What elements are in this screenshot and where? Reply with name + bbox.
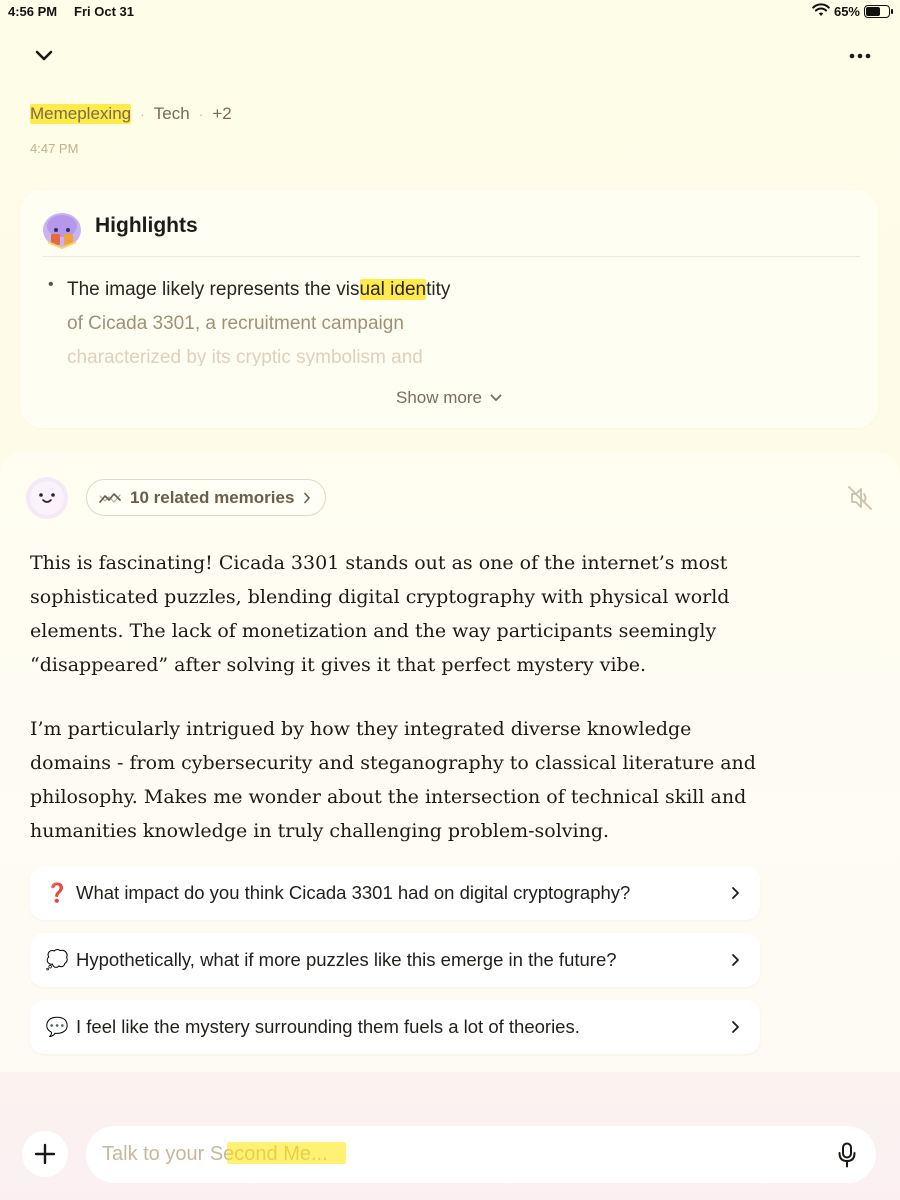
tag-memeplexing[interactable]: Memeplexing xyxy=(30,104,132,124)
highlight-text-line: The image likely represents the visual i… xyxy=(67,279,451,300)
voice-input-button[interactable] xyxy=(834,1140,860,1170)
related-memories-label: 10 related memories xyxy=(130,487,295,507)
more-options-button[interactable] xyxy=(846,42,874,70)
message-composer xyxy=(86,1126,876,1183)
tag-list: Memeplexing · Tech · +2 xyxy=(30,104,232,124)
chevron-right-icon xyxy=(732,887,739,899)
status-bar: 4:56 PM Fri Oct 31 65% xyxy=(0,0,900,22)
chevron-right-icon xyxy=(732,1021,739,1033)
timestamp: 4:47 PM xyxy=(30,141,79,156)
highlights-title: Highlights xyxy=(95,214,198,237)
chevron-right-icon xyxy=(304,492,311,503)
tag-more-count[interactable]: +2 xyxy=(212,104,231,124)
suggested-question-text: I feel like the mystery surrounding them… xyxy=(76,1016,580,1037)
reply-message: This is fascinating! Cicada 3301 stands … xyxy=(30,546,770,848)
battery-level xyxy=(866,7,881,16)
tag-tech[interactable]: Tech xyxy=(154,104,190,124)
plus-icon xyxy=(34,1143,56,1165)
wifi-icon xyxy=(812,3,830,20)
suggested-question[interactable]: 💭 Hypothetically, what if more puzzles l… xyxy=(30,933,760,987)
divider xyxy=(42,256,860,257)
speech-bubble-icon: 💬 xyxy=(45,1016,69,1037)
second-me-avatar xyxy=(25,476,69,520)
status-time: 4:56 PM xyxy=(8,4,58,19)
chevron-down-icon xyxy=(35,50,53,61)
question-mark-icon: ❓ xyxy=(45,882,69,903)
thought-bubble-icon: 💭 xyxy=(45,949,69,970)
status-date: Fri Oct 31 xyxy=(74,4,134,19)
highlight-text-line-faded: characterized by its cryptic symbolism a… xyxy=(67,347,423,366)
bullet: • xyxy=(48,276,54,293)
tag-separator: · xyxy=(140,106,145,122)
related-memories-button[interactable]: 10 related memories xyxy=(86,479,327,516)
speaker-muted-icon xyxy=(848,486,872,510)
status-indicators: 65% xyxy=(812,3,893,20)
more-horizontal-icon xyxy=(849,53,871,59)
show-more-label: Show more xyxy=(396,388,482,407)
highlights-card: Highlights • The image likely represents… xyxy=(20,190,878,428)
speaker-muted-button[interactable] xyxy=(845,484,875,512)
reply-paragraph: This is fascinating! Cicada 3301 stands … xyxy=(30,552,730,676)
highlight-text-line: of Cicada 3301, a recruitment campaign xyxy=(67,313,404,334)
chevron-down-icon xyxy=(490,394,502,401)
suggested-question-text: What impact do you think Cicada 3301 had… xyxy=(76,882,631,903)
show-more-button[interactable]: Show more xyxy=(20,388,878,408)
message-input[interactable] xyxy=(102,1143,834,1166)
suggested-question[interactable]: ❓ What impact do you think Cicada 3301 h… xyxy=(30,866,760,920)
battery-percent: 65% xyxy=(833,4,860,19)
battery-icon xyxy=(864,5,893,18)
tag-separator: · xyxy=(198,106,204,122)
reply-paragraph: I’m particularly intrigued by how they i… xyxy=(30,718,756,842)
microphone-icon xyxy=(838,1142,856,1167)
collapse-button[interactable] xyxy=(30,42,58,70)
trend-icon xyxy=(99,492,121,503)
add-attachment-button[interactable] xyxy=(22,1131,68,1177)
suggested-question[interactable]: 💬 I feel like the mystery surrounding th… xyxy=(30,1000,760,1054)
suggested-question-text: Hypothetically, what if more puzzles lik… xyxy=(76,949,617,970)
chevron-right-icon xyxy=(732,954,739,966)
highlighted-phrase: ual iden xyxy=(359,279,427,300)
highlights-avatar-icon xyxy=(40,206,84,250)
